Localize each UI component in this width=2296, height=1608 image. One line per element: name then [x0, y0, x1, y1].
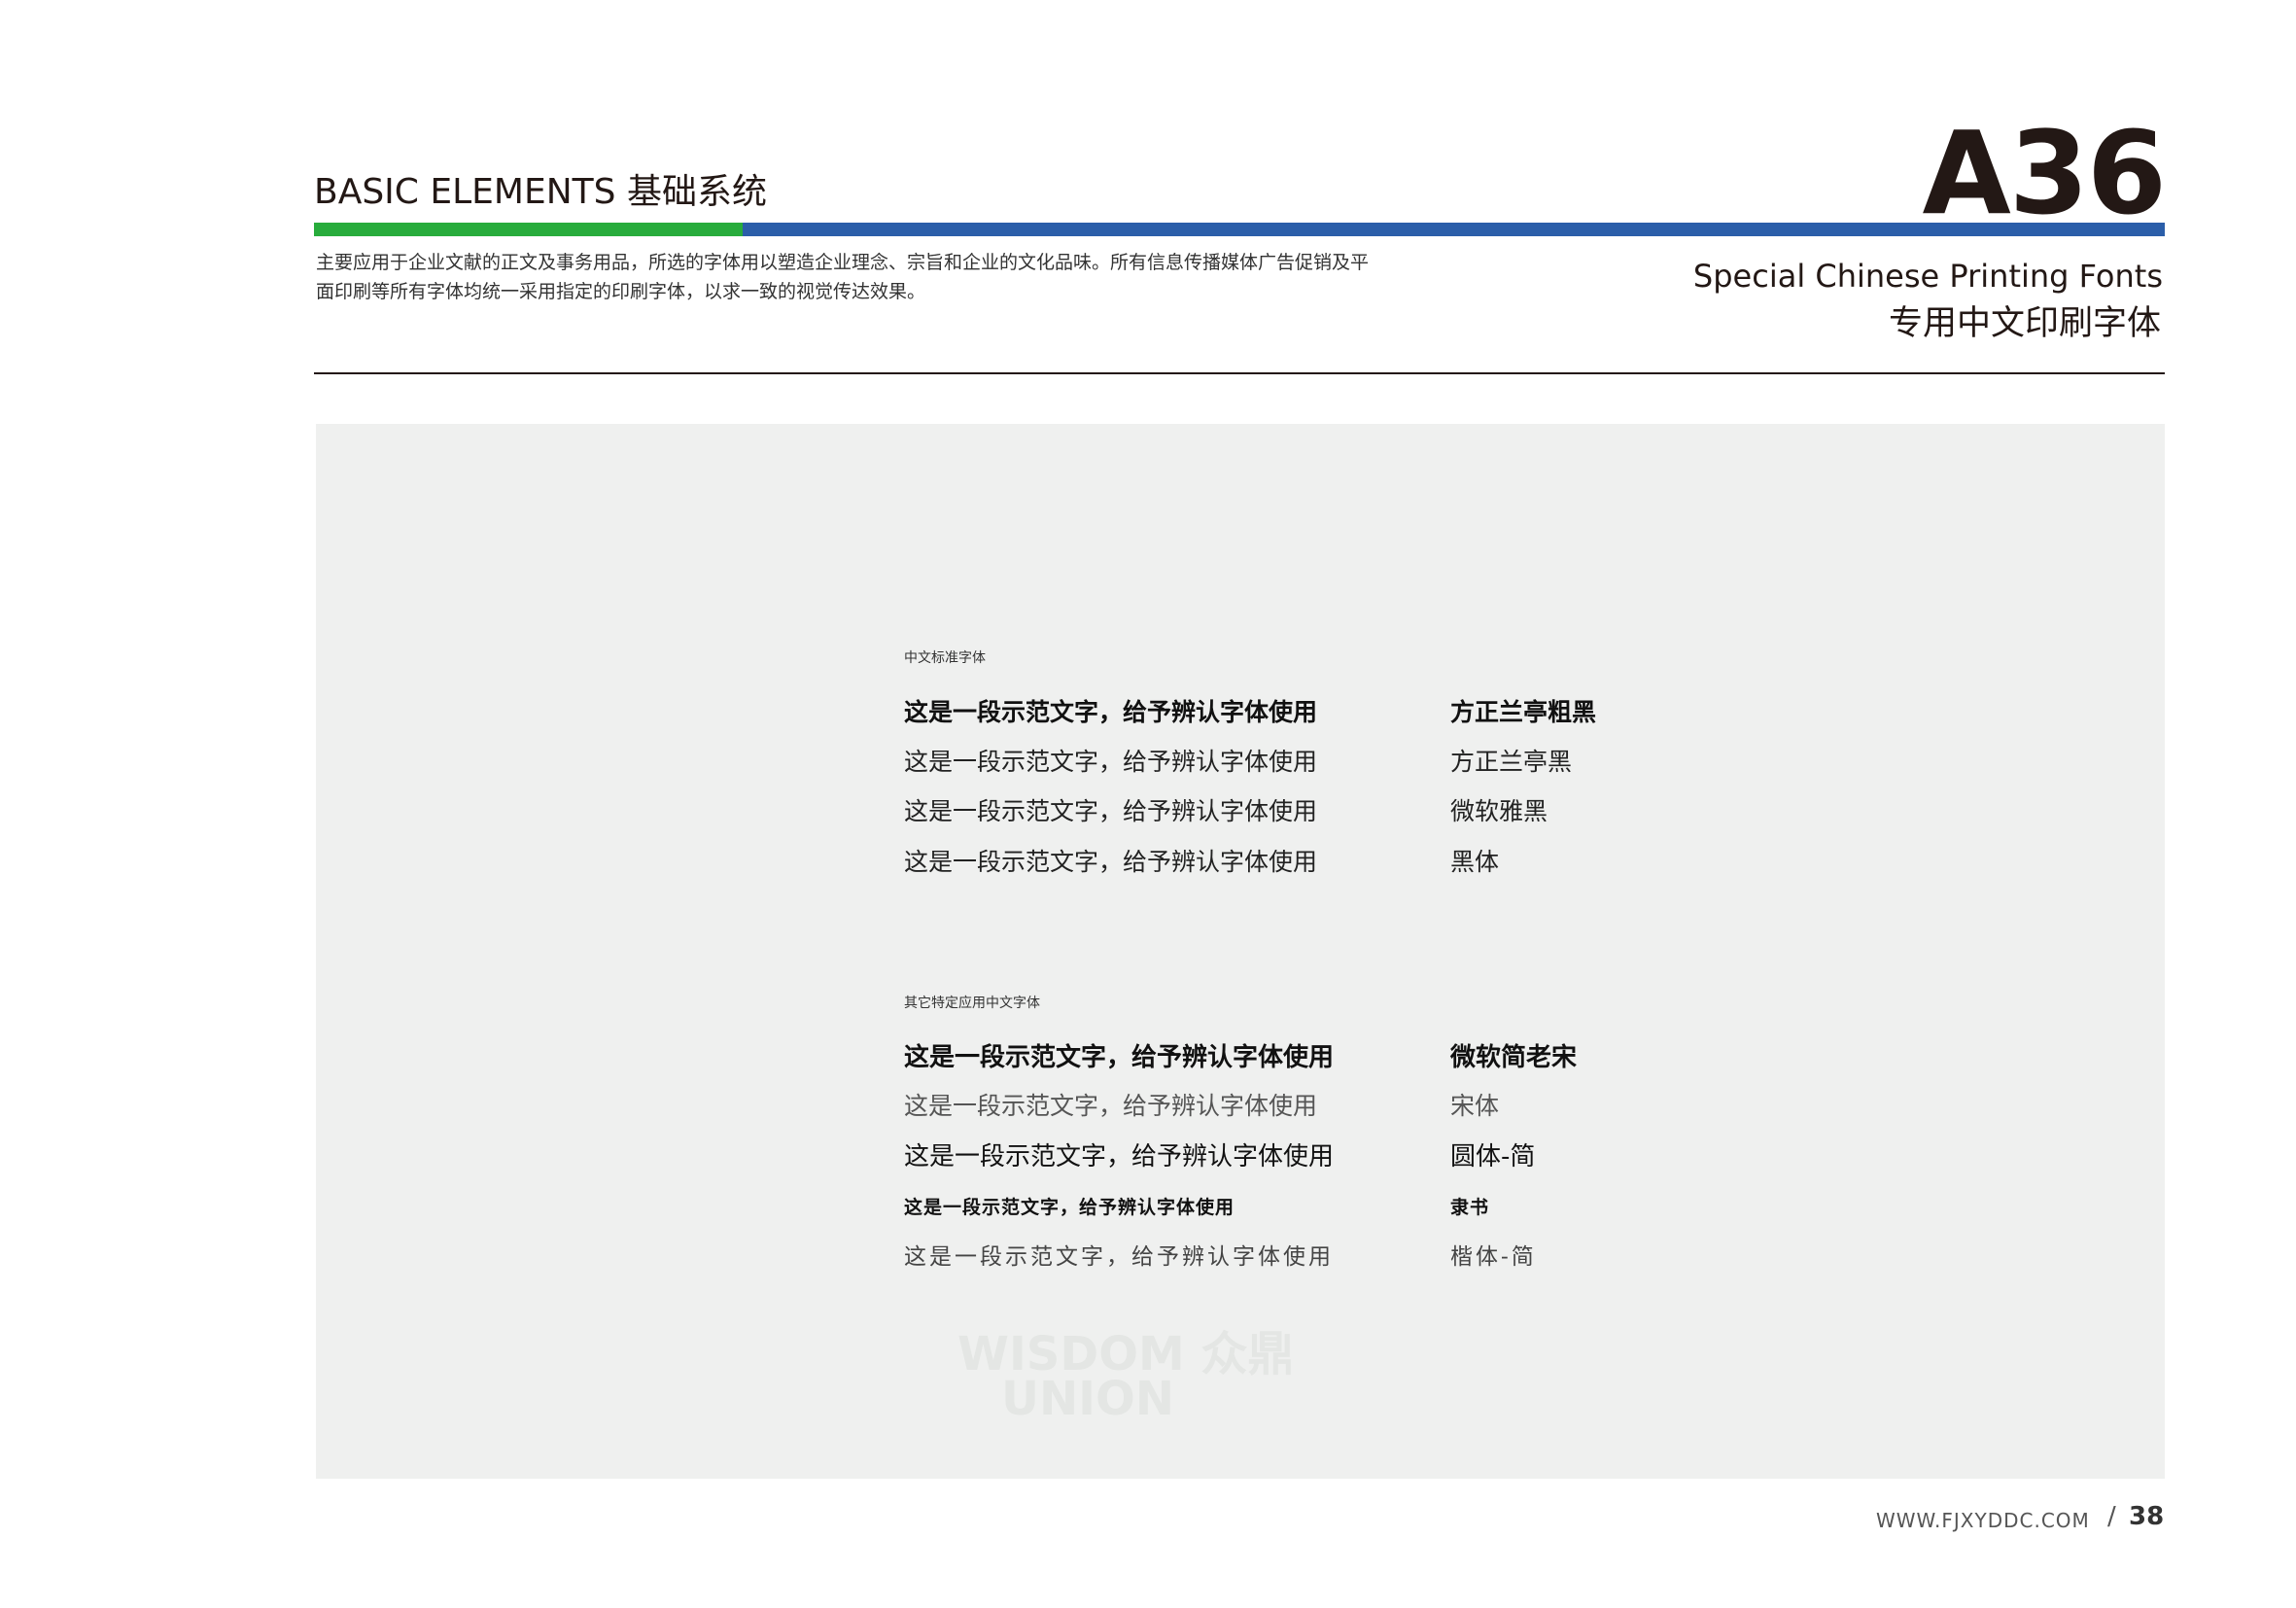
font-name: 宋体 — [1450, 1092, 1500, 1120]
footer-url: WWW.FJXYDDC.COM — [1876, 1509, 2090, 1532]
watermark-line-1: WISDOM 众鼎 — [957, 1327, 1295, 1381]
font-sample-row: 这是一段示范文字，给予辨认字体使用 圆体-简 — [904, 1137, 1779, 1176]
section-title: BASIC ELEMENTS 基础系统 — [314, 172, 767, 212]
font-sample-row: 这是一段示范文字，给予辨认字体使用 隶书 — [904, 1188, 1779, 1227]
special-fonts-label: 其它特定应用中文字体 — [904, 996, 1040, 1011]
page-title-en: Special Chinese Printing Fonts — [1692, 258, 2163, 295]
font-sample-text: 这是一段示范文字，给予辨认字体使用 — [904, 1244, 1334, 1270]
font-name: 方正兰亭黑 — [1450, 748, 1573, 776]
font-sample-row: 这是一段示范文字，给予辨认字体使用 微软雅黑 — [904, 792, 1779, 831]
page-title-cn: 专用中文印刷字体 — [1888, 304, 2161, 343]
font-sample-row: 这是一段示范文字，给予辨认字体使用 微软简老宋 — [904, 1038, 1779, 1077]
intro-line-2: 面印刷等所有字体均统一采用指定的印刷字体，以求一致的视觉传达效果。 — [316, 281, 926, 302]
page-number: 38 — [2129, 1502, 2165, 1531]
font-sample-text: 这是一段示范文字，给予辨认字体使用 — [904, 848, 1318, 876]
font-sample-text: 这是一段示范文字，给予辨认字体使用 — [904, 1092, 1318, 1120]
font-name: 微软雅黑 — [1450, 797, 1548, 825]
font-sample-row: 这是一段示范文字，给予辨认字体使用 方正兰亭黑 — [904, 743, 1779, 782]
footer-slash: / — [2107, 1502, 2116, 1531]
font-sample-row: 这是一段示范文字，给予辨认字体使用 黑体 — [904, 843, 1779, 882]
font-sample-panel — [316, 424, 2165, 1479]
font-name: 隶书 — [1450, 1197, 1490, 1218]
watermark-logo: WISDOM 众鼎 UNION — [957, 1327, 1346, 1458]
font-sample-text: 这是一段示范文字，给予辨认字体使用 — [904, 1142, 1335, 1171]
font-name: 楷体-简 — [1450, 1244, 1537, 1270]
font-sample-text: 这是一段示范文字，给予辨认字体使用 — [904, 1197, 1235, 1218]
font-name: 圆体-简 — [1450, 1142, 1536, 1171]
header-bar-green — [314, 223, 743, 236]
font-sample-row: 这是一段示范文字，给予辨认字体使用 方正兰亭粗黑 — [904, 693, 1779, 732]
page-code: A36 — [1922, 106, 2167, 240]
font-sample-row: 这是一段示范文字，给予辨认字体使用 宋体 — [904, 1087, 1779, 1126]
intro-text: 主要应用于企业文献的正文及事务用品，所选的字体用以塑造企业理念、宗旨和企业的文化… — [316, 248, 1395, 306]
font-name: 微软简老宋 — [1450, 1043, 1578, 1072]
standard-fonts-label: 中文标准字体 — [904, 650, 986, 666]
intro-line-1: 主要应用于企业文献的正文及事务用品，所选的字体用以塑造企业理念、宗旨和企业的文化… — [316, 252, 1370, 273]
header-divider — [314, 372, 2165, 374]
font-name: 方正兰亭粗黑 — [1450, 698, 1597, 726]
watermark-line-2: UNION — [1001, 1372, 1174, 1426]
font-sample-row: 这是一段示范文字，给予辨认字体使用 楷体-简 — [904, 1238, 1779, 1276]
font-sample-text: 这是一段示范文字，给予辨认字体使用 — [904, 797, 1318, 825]
font-name: 黑体 — [1450, 848, 1500, 876]
font-sample-text: 这是一段示范文字，给予辨认字体使用 — [904, 698, 1318, 726]
font-sample-text: 这是一段示范文字，给予辨认字体使用 — [904, 748, 1318, 776]
header-bar-blue — [743, 223, 2165, 236]
font-sample-text: 这是一段示范文字，给予辨认字体使用 — [904, 1043, 1335, 1072]
